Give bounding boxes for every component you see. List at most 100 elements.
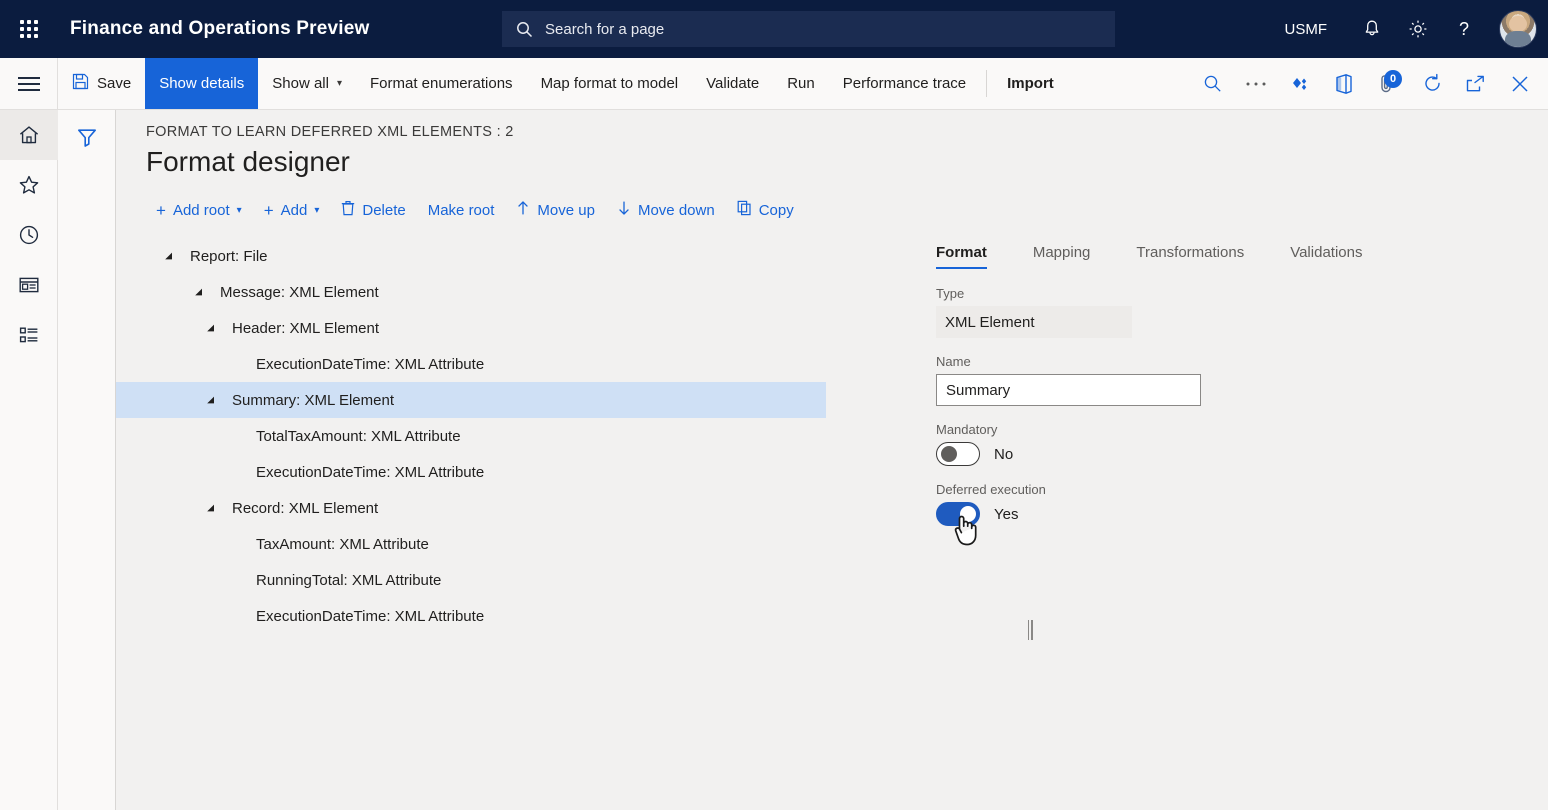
sidebar-item-modules[interactable] [0, 310, 58, 360]
tree-row[interactable]: Report: File [146, 238, 896, 274]
save-disk-icon [72, 73, 89, 94]
copy-icon [737, 200, 752, 220]
tree-row[interactable]: RunningTotal: XML Attribute [146, 562, 896, 598]
sidebar-item-recent[interactable] [0, 210, 58, 260]
help-icon[interactable]: ? [1441, 0, 1487, 58]
tab-mapping[interactable]: Mapping [1033, 238, 1109, 269]
personalize-diamond-icon[interactable] [1278, 58, 1322, 110]
arrow-up-icon [516, 200, 530, 220]
make-root-button[interactable]: Make root [418, 196, 505, 225]
validate-button[interactable]: Validate [692, 58, 773, 109]
tab-format[interactable]: Format [936, 238, 1005, 269]
refresh-icon[interactable] [1410, 58, 1454, 110]
deferred-execution-toggle[interactable] [936, 502, 980, 526]
add-root-label: Add root [173, 202, 230, 219]
delete-button[interactable]: Delete [331, 194, 415, 226]
search-icon[interactable] [1190, 58, 1234, 110]
company-selector[interactable]: USMF [1285, 21, 1328, 38]
tree-row[interactable]: TotalTaxAmount: XML Attribute [146, 418, 896, 454]
move-up-button[interactable]: Move up [506, 194, 605, 226]
validate-label: Validate [706, 75, 759, 92]
sidebar-item-workspaces[interactable] [0, 260, 58, 310]
mandatory-toggle[interactable] [936, 442, 980, 466]
show-details-button[interactable]: Show details [145, 58, 258, 109]
deferred-execution-toggle-row: Yes [936, 502, 1496, 526]
performance-trace-button[interactable]: Performance trace [829, 58, 980, 109]
designer-panes: Report: File Message: XML Element Header… [146, 238, 1548, 798]
plus-icon: + [264, 202, 274, 219]
tree-row[interactable]: Record: XML Element [146, 490, 896, 526]
notifications-icon[interactable] [1349, 0, 1395, 58]
tree-node-label: ExecutionDateTime: XML Attribute [256, 464, 484, 481]
move-up-label: Move up [537, 202, 595, 219]
format-enumerations-button[interactable]: Format enumerations [356, 58, 527, 109]
attachments-icon[interactable]: 0 [1366, 58, 1410, 110]
add-button[interactable]: + Add ▾ [254, 196, 330, 225]
office-app-icon[interactable] [1322, 58, 1366, 110]
tree-row[interactable]: Header: XML Element [146, 310, 896, 346]
toggle-knob [960, 506, 976, 522]
tree-node-label: ExecutionDateTime: XML Attribute [256, 356, 484, 373]
pane-splitter-grip[interactable] [1024, 616, 1036, 644]
expand-collapse-icon[interactable] [202, 396, 218, 405]
import-button[interactable]: Import [993, 58, 1068, 109]
copy-label: Copy [759, 202, 794, 219]
show-all-button[interactable]: Show all ▾ [258, 58, 356, 109]
settings-gear-icon[interactable] [1395, 0, 1441, 58]
type-label: Type [936, 286, 1496, 301]
deferred-execution-value: Yes [994, 506, 1018, 523]
expand-collapse-icon[interactable] [202, 324, 218, 333]
user-avatar[interactable] [1499, 10, 1537, 48]
name-input[interactable] [936, 374, 1201, 406]
move-down-button[interactable]: Move down [607, 194, 725, 226]
expand-collapse-icon[interactable] [160, 252, 176, 261]
deferred-execution-label: Deferred execution [936, 482, 1496, 497]
name-field-group: Name [936, 354, 1496, 406]
tree-row[interactable]: ExecutionDateTime: XML Attribute [146, 598, 896, 634]
mandatory-value: No [994, 446, 1013, 463]
add-root-button[interactable]: + Add root ▾ [146, 196, 252, 225]
chevron-down-icon: ▾ [314, 205, 319, 216]
tree-node-label: TotalTaxAmount: XML Attribute [256, 428, 461, 445]
nav-toggle-cell [0, 58, 58, 109]
tree-row[interactable]: Summary: XML Element [116, 382, 826, 418]
plus-icon: + [156, 202, 166, 219]
expand-collapse-icon[interactable] [202, 504, 218, 513]
sidebar-item-home[interactable] [0, 110, 58, 160]
name-label: Name [936, 354, 1496, 369]
tree-node-label: RunningTotal: XML Attribute [256, 572, 441, 589]
filter-funnel-icon[interactable] [58, 110, 116, 164]
type-value: XML Element [936, 306, 1132, 338]
tree-row[interactable]: ExecutionDateTime: XML Attribute [146, 454, 896, 490]
tree-row[interactable]: Message: XML Element [146, 274, 896, 310]
tree-node-label: TaxAmount: XML Attribute [256, 536, 429, 553]
map-format-to-model-button[interactable]: Map format to model [527, 58, 693, 109]
waffle-grid-icon[interactable] [0, 0, 58, 58]
expand-collapse-icon[interactable] [190, 288, 206, 297]
arrow-down-icon [617, 200, 631, 220]
page-title: Format designer [146, 146, 1548, 178]
tree-row[interactable]: TaxAmount: XML Attribute [146, 526, 896, 562]
hamburger-menu-icon[interactable] [18, 77, 40, 91]
show-all-label: Show all [272, 75, 329, 92]
format-enumerations-label: Format enumerations [370, 75, 513, 92]
run-button[interactable]: Run [773, 58, 829, 109]
performance-trace-label: Performance trace [843, 75, 966, 92]
tree-node-label: ExecutionDateTime: XML Attribute [256, 608, 484, 625]
tab-validations[interactable]: Validations [1290, 238, 1380, 269]
tree-row[interactable]: ExecutionDateTime: XML Attribute [146, 346, 896, 382]
save-button[interactable]: Save [58, 58, 145, 109]
global-search-box[interactable]: Search for a page [502, 11, 1115, 47]
sidebar-item-favorites[interactable] [0, 160, 58, 210]
chevron-down-icon: ▾ [337, 78, 342, 89]
chevron-down-icon: ▾ [237, 205, 242, 216]
close-icon[interactable] [1498, 58, 1542, 110]
delete-label: Delete [362, 202, 405, 219]
copy-button[interactable]: Copy [727, 194, 804, 226]
tab-transformations[interactable]: Transformations [1136, 238, 1262, 269]
open-in-new-window-icon[interactable] [1454, 58, 1498, 110]
deferred-execution-field-group: Deferred execution Yes [936, 482, 1496, 526]
tree-node-label: Message: XML Element [220, 284, 379, 301]
overflow-ellipsis-icon[interactable] [1234, 58, 1278, 110]
show-details-label: Show details [159, 75, 244, 92]
